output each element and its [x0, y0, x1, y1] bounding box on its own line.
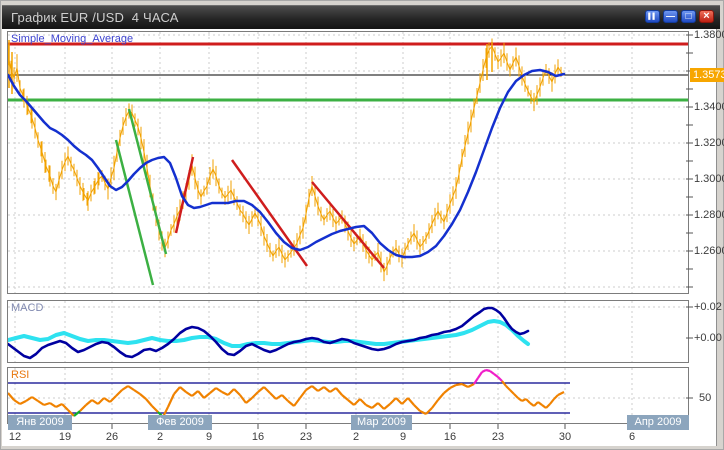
window-controls: ▌▌—□× — [645, 10, 714, 23]
close-button[interactable]: × — [699, 10, 714, 23]
minimize-button[interactable]: — — [663, 10, 678, 23]
titlebar[interactable]: График EUR /USD 4 ЧАСА ▌▌—□× — [2, 5, 720, 29]
window-title: График EUR /USD 4 ЧАСА — [2, 10, 179, 25]
chart-window: График EUR /USD 4 ЧАСА ▌▌—□× 1.38001.340… — [0, 0, 724, 450]
restore-button[interactable]: □ — [681, 10, 696, 23]
price-panel[interactable] — [7, 31, 689, 294]
pause-button[interactable]: ▌▌ — [645, 10, 660, 23]
rsi-panel[interactable] — [7, 367, 689, 424]
macd-panel[interactable] — [7, 300, 689, 363]
